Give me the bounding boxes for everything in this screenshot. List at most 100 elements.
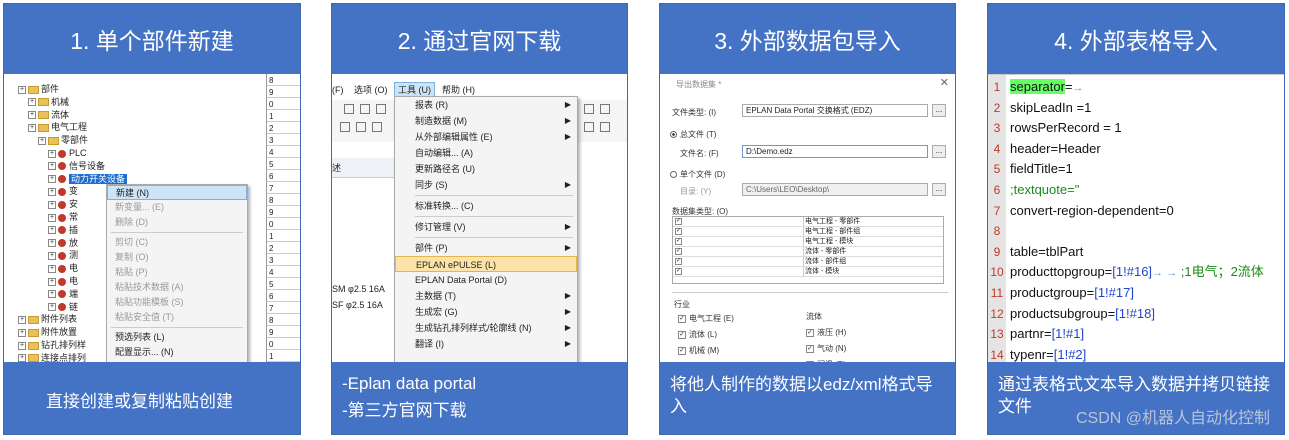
tree-item[interactable]: + 电 [48,263,78,274]
expand-icon[interactable]: + [48,213,56,222]
toolbar-icon[interactable] [372,122,382,132]
industry-checkbox[interactable]: ✓ 电气工程 (E) [678,313,734,324]
toolbar-icon[interactable] [584,122,594,132]
expand-icon[interactable]: + [28,98,36,107]
data-type-row[interactable]: ✓ 电气工程 - 部件组 [673,227,943,237]
tree-item[interactable]: + 电 [48,276,78,287]
tree-item[interactable]: + 变 [48,186,78,197]
context-menu-item[interactable]: 粘贴安全值 (T) [107,310,247,325]
data-type-row[interactable]: ✓ 流体 - 部件组 [673,257,943,267]
context-menu-item[interactable]: 粘贴 (P) [107,265,247,280]
toolbar-icon[interactable] [600,122,610,132]
fluid-checkbox[interactable]: ✓ 液压 (H) [806,327,846,338]
tools-menu-item[interactable]: 生成钻孔排列样式/轮廓线 (N) ▶ [395,320,577,336]
tools-menu-item[interactable]: 更新路径名 (U) [395,161,577,177]
tree-item[interactable]: + PLC [48,148,87,159]
expand-icon[interactable]: + [48,264,56,273]
tree-item[interactable]: + 部件 [18,84,59,95]
tree-item[interactable]: + 端 [48,289,78,300]
dir-browse-button[interactable]: ... [932,183,946,196]
tree-item[interactable]: + 安 [48,199,78,210]
expand-icon[interactable]: + [28,124,36,133]
tools-menu-item[interactable]: 自动编辑... (A) [395,145,577,161]
tree-item[interactable]: + 钻孔排列样 [18,340,86,351]
expand-icon[interactable]: + [18,341,26,350]
file-type-select[interactable]: EPLAN Data Portal 交换格式 (EDZ) [742,104,928,117]
checkbox-icon[interactable]: ✓ [675,258,682,265]
tools-menu-item[interactable]: 修订管理 (V) ▶ [395,219,577,235]
expand-icon[interactable]: + [48,162,56,171]
checkbox-icon[interactable]: ✓ [675,248,682,255]
tools-menu-item[interactable]: 从外部编辑属性 (E) ▶ [395,129,577,145]
tools-menu-item[interactable]: 翻译 (I) ▶ [395,336,577,352]
tree-item[interactable]: + 动力开关设备 [48,173,128,185]
expand-icon[interactable]: + [28,111,36,120]
context-menu-item[interactable]: 复制 (O) [107,250,247,265]
context-menu-item[interactable]: 粘贴技术数据 (A) [107,280,247,295]
tree-item[interactable]: + 流体 [28,110,69,121]
data-type-row[interactable]: ✓ 流体 - 零部件 [673,247,943,257]
context-menu-item[interactable]: 新建 (N) [107,185,247,200]
tree-item[interactable]: + 链 [48,302,78,313]
checkbox-icon[interactable]: ✓ [675,238,682,245]
checkbox-icon[interactable]: ✓ [675,218,682,225]
expand-icon[interactable]: + [48,175,56,184]
data-type-row[interactable]: ✓ 电气工程 - 零部件 [673,217,943,227]
data-type-row[interactable]: ✓ 流体 - 模块 [673,267,943,277]
tree-item[interactable]: + 附件放置 [18,327,77,338]
tools-menu-item[interactable]: 生成宏 (G) ▶ [395,304,577,320]
tools-menu-item[interactable]: 主数据 (T) ▶ [395,288,577,304]
expand-icon[interactable]: + [48,149,56,158]
toolbar-icon[interactable] [584,104,594,114]
close-icon[interactable]: ✕ [940,76,949,89]
menu-file[interactable]: (F) [332,82,344,98]
toolbar-icon[interactable] [360,104,370,114]
tree-item[interactable]: + 放 [48,238,78,249]
checkbox-icon[interactable]: ✓ [675,268,682,275]
toolbar-icon[interactable] [344,104,354,114]
total-file-option[interactable]: 总文件 (T) [670,129,716,140]
tools-menu-item[interactable]: 部件 (P) ▶ [395,240,577,256]
toolbar-icon[interactable] [600,104,610,114]
expand-icon[interactable]: + [48,226,56,235]
tree-item[interactable]: + 信号设备 [48,161,105,172]
expand-icon[interactable]: + [48,188,56,197]
toolbar-icon[interactable] [376,104,386,114]
code-editor[interactable]: 1 separator=→ 2 skipLeadIn =1 3 rowsPerRecord… [988,74,1284,362]
industry-checkbox[interactable]: ✓ 机械 (M) [678,345,719,356]
industry-checkbox[interactable]: ✓ 流体 (L) [678,329,717,340]
expand-icon[interactable]: + [18,354,26,362]
context-menu-item[interactable]: 配置显示... (N) [107,345,247,360]
tools-menu-item[interactable]: 报表 (R) ▶ [395,97,577,113]
file-name-input[interactable]: D:\Demo.edz [742,145,928,158]
tree-item[interactable]: + 附件列表 [18,314,77,325]
tree-item[interactable]: + 连接点排列 [18,353,86,362]
tree-item[interactable]: + 插 [48,225,78,236]
tools-menu-item[interactable]: EPLAN ePULSE (L) [395,256,577,272]
expand-icon[interactable]: + [48,252,56,261]
single-file-option[interactable]: 单个文件 (D) [670,169,725,180]
expand-icon[interactable]: + [48,239,56,248]
context-menu-item[interactable]: 粘贴功能模板 (S) [107,295,247,310]
checkbox-icon[interactable]: ✓ [675,228,682,235]
expand-icon[interactable]: + [38,136,46,145]
fluid-checkbox[interactable]: ✓ 气动 (N) [806,343,846,354]
toolbar-icon[interactable] [340,122,350,132]
menu-options[interactable]: 选项 (O) [354,82,388,98]
tree-item[interactable]: + 电气工程 [28,122,87,133]
toolbar-icon[interactable] [356,122,366,132]
tree-item[interactable]: + 测 [48,250,78,261]
tree-item[interactable]: + 常 [48,212,78,223]
file-name-browse-button[interactable]: ... [932,145,946,158]
context-menu-item[interactable]: 剪切 (C) [107,235,247,250]
tools-menu-item[interactable]: 制造数据 (M) ▶ [395,113,577,129]
tree-item[interactable]: + 零部件 [38,135,88,146]
expand-icon[interactable]: + [48,303,56,312]
tree-item[interactable]: + 机械 [28,97,69,108]
dir-input[interactable]: C:\Users\LEO\Desktop\ [742,183,928,196]
expand-icon[interactable]: + [18,328,26,337]
tools-menu-item[interactable]: 标准转换... (C) [395,198,577,214]
expand-icon[interactable]: + [18,85,26,94]
data-type-row[interactable]: ✓ 电气工程 - 模块 [673,237,943,247]
expand-icon[interactable]: + [18,316,26,325]
